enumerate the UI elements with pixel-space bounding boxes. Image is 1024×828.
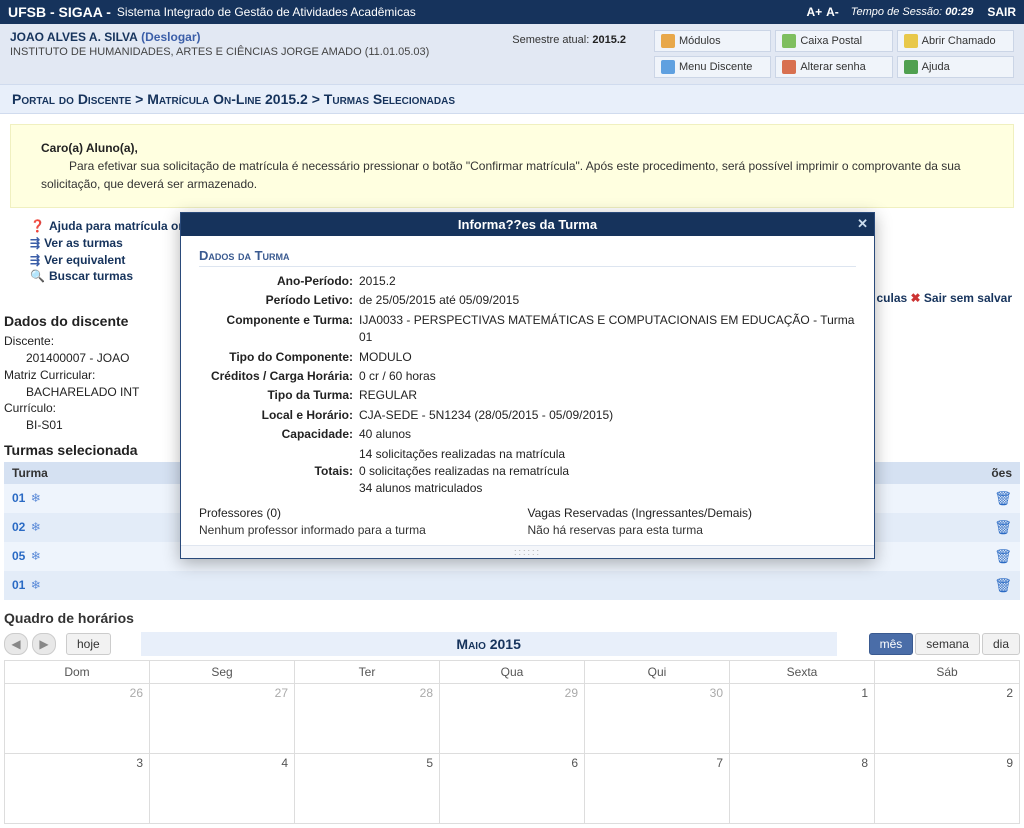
caixa-icon bbox=[782, 34, 796, 48]
calendar-day[interactable]: 9 bbox=[875, 753, 1020, 823]
menu-abrir-chamado[interactable]: Abrir Chamado bbox=[897, 30, 1014, 52]
logout-button[interactable]: SAIR bbox=[987, 5, 1016, 19]
calendar-day[interactable]: 7 bbox=[585, 753, 730, 823]
schedule-title: Quadro de horários bbox=[4, 610, 1020, 626]
view-day-button[interactable]: dia bbox=[982, 633, 1020, 655]
tree-icon: ⇶ bbox=[30, 236, 40, 250]
calendar-day[interactable]: 6 bbox=[440, 753, 585, 823]
next-month-button[interactable]: ▶ bbox=[32, 633, 56, 655]
menu-alterar-senha[interactable]: Alterar senha bbox=[775, 56, 892, 78]
modal-resize-handle[interactable]: :::::: bbox=[181, 545, 874, 558]
star-icon: ❄ bbox=[27, 520, 40, 534]
senha-icon bbox=[782, 60, 796, 74]
calendar-day[interactable]: 1 bbox=[730, 683, 875, 753]
notice-box: Caro(a) Aluno(a), Para efetivar sua soli… bbox=[10, 124, 1014, 208]
delete-button[interactable]: 🗑 bbox=[599, 571, 1020, 600]
calendar-day[interactable]: 8 bbox=[730, 753, 875, 823]
professores-col: Professores (0) Nenhum professor informa… bbox=[199, 506, 528, 537]
prev-month-button[interactable]: ◀ bbox=[4, 633, 28, 655]
modal-title-bar: Informa??es da Turma ✕ bbox=[181, 213, 874, 236]
help-icon: ❓ bbox=[30, 219, 45, 233]
username: JOAO ALVES A. SILVA bbox=[10, 30, 138, 44]
quick-menu: Módulos Caixa Postal Abrir Chamado Menu … bbox=[654, 30, 1014, 78]
chamado-icon bbox=[904, 34, 918, 48]
modal-close-button[interactable]: ✕ bbox=[857, 216, 868, 232]
calendar-day[interactable]: 3 bbox=[5, 753, 150, 823]
view-week-button[interactable]: semana bbox=[915, 633, 980, 655]
calendar-day[interactable]: 2 bbox=[875, 683, 1020, 753]
brand-subtitle: Sistema Integrado de Gestão de Atividade… bbox=[117, 5, 416, 19]
user-bar: JOAO ALVES A. SILVA (Deslogar) INSTITUTO… bbox=[0, 24, 1024, 84]
sair-sem-salvar-link[interactable]: Sair sem salvar bbox=[924, 291, 1012, 305]
vagas-col: Vagas Reservadas (Ingressantes/Demais) N… bbox=[528, 506, 857, 537]
notice-salutation: Caro(a) Aluno(a), bbox=[41, 139, 983, 157]
search-icon: 🔍 bbox=[30, 269, 45, 283]
calendar-day[interactable]: 26 bbox=[5, 683, 150, 753]
menu-discente-icon bbox=[661, 60, 675, 74]
table-row: 01 ❄ 🗑 bbox=[4, 571, 1020, 600]
ajuda-icon bbox=[904, 60, 918, 74]
star-icon: ❄ bbox=[27, 491, 40, 505]
calendar: Dom Seg Ter Qua Qui Sexta Sáb 26 27 28 2… bbox=[4, 660, 1020, 824]
modulos-icon bbox=[661, 34, 675, 48]
calendar-controls: ◀ ▶ hoje Maio 2015 mês semana dia bbox=[4, 632, 1020, 656]
deslogar-link[interactable]: (Deslogar) bbox=[141, 30, 200, 44]
menu-modulos[interactable]: Módulos bbox=[654, 30, 771, 52]
breadcrumb: Portal do Discente > Matrícula On-Line 2… bbox=[0, 84, 1024, 114]
star-icon: ❄ bbox=[27, 549, 40, 563]
calendar-day[interactable]: 4 bbox=[150, 753, 295, 823]
today-button[interactable]: hoje bbox=[66, 633, 111, 655]
modal-section-title: Dados da Turma bbox=[199, 248, 856, 267]
star-icon: ❄ bbox=[27, 578, 40, 592]
current-semester: Semestre atual: 2015.2 bbox=[512, 32, 644, 46]
view-month-button[interactable]: mês bbox=[869, 633, 914, 655]
top-bar: UFSB - SIGAA - Sistema Integrado de Gest… bbox=[0, 0, 1024, 24]
brand: UFSB - SIGAA - bbox=[8, 4, 111, 20]
calendar-day[interactable]: 27 bbox=[150, 683, 295, 753]
calendar-day[interactable]: 30 bbox=[585, 683, 730, 753]
turma-info-modal: Informa??es da Turma ✕ Dados da Turma An… bbox=[180, 212, 875, 559]
month-label: Maio 2015 bbox=[141, 632, 837, 656]
calendar-day[interactable]: 28 bbox=[295, 683, 440, 753]
font-decrease-button[interactable]: A- bbox=[826, 5, 839, 19]
department: INSTITUTO DE HUMANIDADES, ARTES E CIÊNCI… bbox=[10, 46, 512, 58]
notice-body: Para efetivar sua solicitação de matrícu… bbox=[41, 157, 983, 193]
session-timer: Tempo de Sessão: 00:29 bbox=[851, 6, 974, 18]
font-increase-button[interactable]: A+ bbox=[806, 5, 822, 19]
calendar-day[interactable]: 5 bbox=[295, 753, 440, 823]
menu-ajuda[interactable]: Ajuda bbox=[897, 56, 1014, 78]
menu-caixa-postal[interactable]: Caixa Postal bbox=[775, 30, 892, 52]
close-x-icon: ✖ bbox=[911, 291, 924, 305]
menu-discente[interactable]: Menu Discente bbox=[654, 56, 771, 78]
tree-icon: ⇶ bbox=[30, 253, 40, 267]
calendar-day[interactable]: 29 bbox=[440, 683, 585, 753]
